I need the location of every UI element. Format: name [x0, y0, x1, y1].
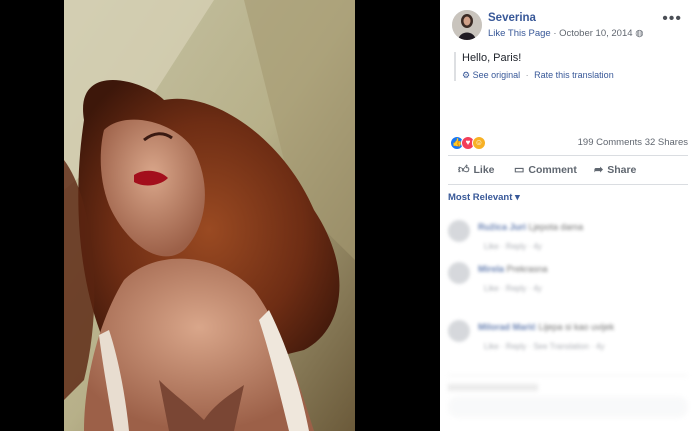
share-arrow-icon: ➦ [594, 164, 604, 176]
like-label: Like [473, 164, 495, 176]
commenter-avatar[interactable] [448, 262, 470, 284]
speech-bubble-icon: ▭ [514, 164, 525, 176]
comment-label: Comment [528, 164, 577, 176]
comment-item: Mirela Prekrasna Like · Reply · 4y [448, 262, 688, 302]
globe-icon: ◍ [635, 28, 644, 39]
share-button[interactable]: ➦ Share [594, 163, 636, 176]
comment-text: Ljepota dama [528, 222, 584, 232]
reaction-summary: 👍 ♥ ☺ 15K 199 Comments 32 Shares [450, 136, 688, 151]
post-date[interactable]: October 10, 2014 [559, 28, 632, 39]
post-body: Hello, Paris! ⚙ See original · Rate this… [454, 52, 688, 81]
comment-text: Prekrasna [506, 264, 548, 274]
view-more-bar [448, 384, 538, 391]
reaction-count[interactable]: 15K [488, 137, 503, 151]
write-comment-area [448, 375, 688, 422]
see-original-link[interactable]: See original [473, 70, 521, 80]
commenter-avatar[interactable] [448, 220, 470, 242]
reaction-icons[interactable]: 👍 ♥ ☺ 15K [450, 136, 503, 151]
comment-count[interactable]: 199 Comments [578, 137, 642, 148]
comment-input[interactable] [448, 396, 688, 418]
comment-item: Ružica Juri Ljepota dama Like · Reply · … [448, 220, 688, 260]
comment-button[interactable]: ▭ Comment [514, 163, 577, 176]
post-meta: Like This Page · October 10, 2014 ◍ [488, 28, 643, 39]
comment-text: Lijepa si kao uvijek [538, 322, 615, 332]
comment-actions[interactable]: Like · Reply · See Translation · 4y [484, 342, 605, 351]
post-panel: Severina Like This Page · October 10, 20… [440, 0, 696, 431]
share-label: Share [607, 164, 637, 176]
page-avatar[interactable] [452, 10, 482, 40]
translation-bar: ⚙ See original · Rate this translation [462, 70, 688, 81]
comment-share-counts: 199 Comments 32 Shares [578, 137, 688, 148]
post-actions: 👍︎ Like ▭ Comment ➦ Share [448, 155, 688, 185]
comment-filter-label: Most Relevant [448, 192, 513, 203]
photo-viewer [0, 0, 440, 431]
comment-filter-dropdown[interactable]: Most Relevant ▾ [448, 192, 520, 203]
caret-down-icon: ▾ [515, 192, 520, 203]
comment-item: Milorad Marić Lijepa si kao uvijek Like … [448, 320, 688, 360]
translation-separator: · [525, 70, 529, 80]
rate-translation-link[interactable]: Rate this translation [534, 70, 614, 80]
commenter-name[interactable]: Mirela [478, 264, 504, 274]
gear-icon: ⚙ [462, 70, 471, 80]
commenter-name[interactable]: Milorad Marić [478, 322, 536, 332]
like-page-link[interactable]: Like This Page [488, 28, 551, 39]
comment-bubble: Mirela Prekrasna [478, 264, 548, 274]
comment-actions[interactable]: Like · Reply · 4y [484, 284, 542, 293]
post-header: Severina Like This Page · October 10, 20… [452, 10, 688, 44]
share-count[interactable]: 32 Shares [645, 137, 688, 148]
post-photo[interactable] [64, 0, 355, 431]
commenter-name[interactable]: Ružica Juri [478, 222, 526, 232]
page-name[interactable]: Severina [488, 12, 536, 24]
post-text: Hello, Paris! [462, 52, 522, 64]
comment-bubble: Milorad Marić Lijepa si kao uvijek [478, 322, 614, 332]
comment-bubble: Ružica Juri Ljepota dama [478, 222, 583, 232]
comment-actions[interactable]: Like · Reply · 4y [484, 242, 542, 251]
commenter-avatar[interactable] [448, 320, 470, 342]
haha-reaction-icon: ☺ [472, 136, 486, 150]
thumbs-up-icon: 👍︎ [458, 164, 470, 176]
more-options-icon[interactable]: ••• [662, 10, 682, 28]
like-button[interactable]: 👍︎ Like [458, 163, 495, 176]
